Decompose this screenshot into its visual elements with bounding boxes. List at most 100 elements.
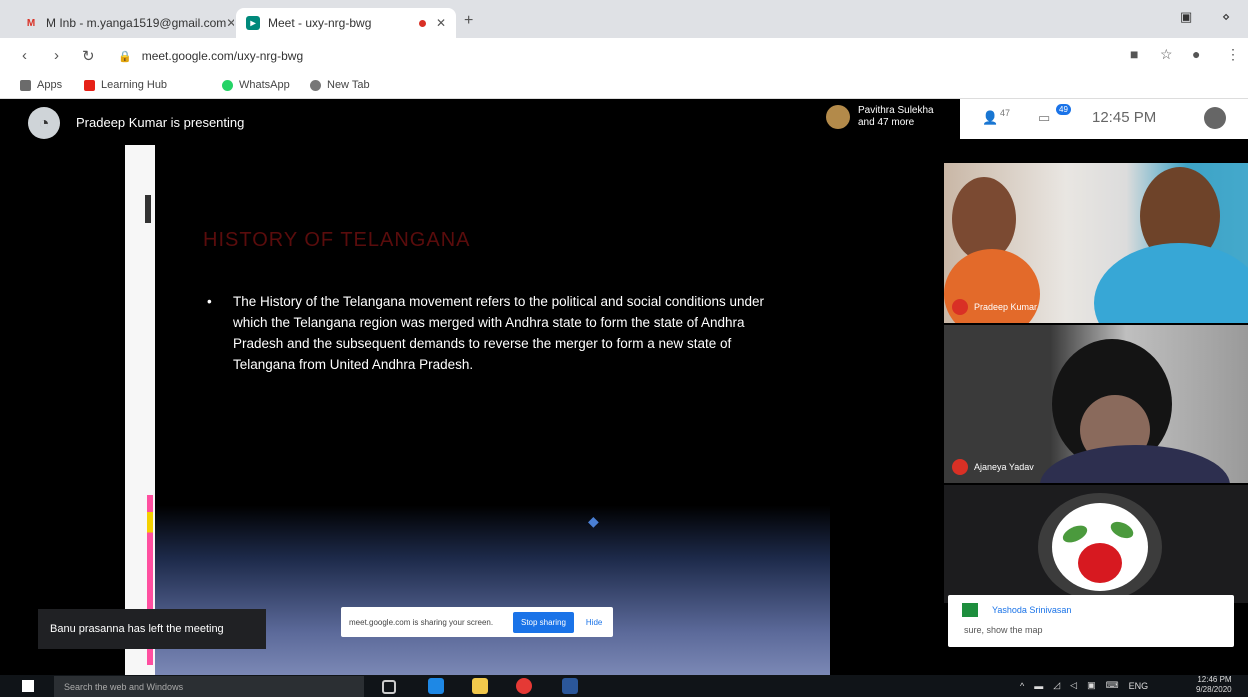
tab-gmail[interactable]: M M Inb - m.yanga1519@gmail.com ✕ [14,8,234,38]
windows-start-icon[interactable] [22,680,34,692]
meet-clock: 12:45 PM [1092,109,1157,126]
url-text: meet.google.com/uxy-nrg-bwg [141,49,304,63]
video-tile[interactable]: Pradeep Kumar [944,163,1248,323]
tab-meet[interactable]: ▸ Meet - uxy-nrg-bwg ✕ [236,8,456,38]
person-figure [952,177,1016,261]
bookmark-whatsapp[interactable]: WhatsApp [222,79,290,91]
reload-icon[interactable]: ↻ [82,47,95,65]
stop-sharing-button[interactable]: Stop sharing [513,611,574,633]
presenter-text: Pradeep Kumar is presenting [76,115,245,130]
chat-message-icon [962,603,978,617]
apps-grid-icon [20,79,31,91]
chat-badge: 49 [1056,104,1071,115]
screen-share-bar: meet.google.com is sharing your screen. … [341,607,613,637]
chrome-icon[interactable] [516,678,532,694]
notification-body: sure, show the map [964,625,1043,635]
back-icon[interactable]: ‹ [22,47,27,64]
meet-icon: ▸ [246,16,260,30]
others-count: and 47 more [858,117,915,128]
bookmarks-bar: Apps Learning Hub WhatsApp New Tab [0,74,1248,99]
keyboard-icon[interactable]: ⌨ [1106,680,1119,691]
hide-button[interactable]: Hide [586,618,602,627]
network-icon[interactable]: ◿ [1053,680,1060,691]
participant-avatar [1038,493,1162,601]
restore-icon[interactable]: ⋄ [1222,9,1230,25]
word-icon[interactable] [562,678,578,694]
new-tab-button[interactable]: + [464,12,473,30]
chat-notification[interactable]: Yashoda Srinivasan sure, show the map [948,595,1234,647]
rose-icon [1052,503,1148,591]
participant-name: Ajaneya Yadav [974,462,1034,472]
bookmark-learning-hub[interactable]: Learning Hub [84,79,167,91]
bookmark-new-tab[interactable]: New Tab [310,79,370,91]
video-tile[interactable]: Ajaneya Yadav [944,325,1248,483]
bookmark-label: New Tab [327,79,370,91]
edge-icon[interactable] [428,678,444,694]
task-view-icon[interactable] [382,680,396,694]
youtube-icon [84,79,95,91]
whatsapp-icon [222,79,233,91]
mic-off-icon [952,459,968,475]
people-icon[interactable]: 👤 [982,110,998,126]
file-explorer-icon[interactable] [472,678,488,694]
person-figure [1094,243,1248,323]
browser-tab-bar: M M Inb - m.yanga1519@gmail.com ✕ ▸ Meet… [0,0,1248,38]
participant-left-toast: Banu prasanna has left the meeting [38,609,266,649]
minimize-icon[interactable]: ▣ [1180,9,1192,25]
other-participants[interactable]: Pavithra Sulekha and 47 more [826,105,934,129]
windows-taskbar: Search the web and Windows ^ ▬ ◿ ◁ ▣ ⌨ E… [0,675,1248,697]
bookmark-star-icon[interactable]: ☆ [1160,46,1173,63]
self-avatar[interactable] [1204,107,1226,129]
tab-title: Meet - uxy-nrg-bwg [268,16,372,30]
bookmark-apps[interactable]: Apps [20,79,62,91]
globe-icon [310,79,321,91]
notification-sender: Yashoda Srinivasan [992,605,1072,615]
participant-name-tag: Ajaneya Yadav [952,459,1034,475]
system-tray: ^ ▬ ◿ ◁ ▣ ⌨ ENG [1020,680,1148,691]
lock-icon: 🔒 [118,50,132,63]
person-figure [1040,445,1230,483]
recording-dot-icon [418,19,426,27]
share-message: meet.google.com is sharing your screen. [349,617,494,627]
scrollbar-thumb[interactable] [145,195,151,223]
camera-icon[interactable]: ■ [1130,46,1138,62]
presenter-bar: ◔ Pradeep Kumar is presenting Pavithra S… [0,99,960,145]
volume-icon[interactable]: ◁ [1070,680,1077,691]
battery-icon[interactable]: ▬ [1034,681,1043,691]
slide-bullet: • The History of the Telangana movement … [207,291,767,375]
browser-toolbar: ‹ › ↻ 🔒 meet.google.com/uxy-nrg-bwg ■ ☆ … [0,38,1248,74]
bookmark-label: Learning Hub [101,79,168,91]
presenter-avatar: ◔ [28,107,60,139]
slide-thumbnail-strip [125,145,155,675]
shared-screen: HISTORY OF TELANGANA • The History of th… [125,145,830,675]
menu-icon[interactable]: ⋮ [1226,46,1240,63]
forward-icon[interactable]: › [54,47,59,64]
taskbar-clock[interactable]: 12:46 PM 9/28/2020 [1196,675,1232,695]
tab-title: M Inb - m.yanga1519@gmail.com [46,16,227,30]
meet-area: ◔ Pradeep Kumar is presenting Pavithra S… [0,99,1248,675]
presentation-slide: HISTORY OF TELANGANA • The History of th… [155,145,830,675]
avatar-tile[interactable] [944,485,1248,603]
bullet-icon: • [207,294,212,309]
mic-off-icon [952,299,968,315]
clock-time: 12:46 PM [1197,675,1232,684]
tab-close-icon[interactable]: ✕ [436,16,446,30]
address-bar[interactable]: 🔒 meet.google.com/uxy-nrg-bwg [108,44,1108,68]
slide-title: HISTORY OF TELANGANA [203,229,471,251]
participant-name: Pradeep Kumar [974,302,1038,312]
bullet-text: The History of the Telangana movement re… [233,294,765,372]
chevron-up-icon[interactable]: ^ [1020,681,1024,691]
others-name: Pavithra Sulekha [858,105,934,116]
participants-count: 47 [1000,108,1011,118]
participant-name-tag: Pradeep Kumar [952,299,1037,315]
taskbar-search[interactable]: Search the web and Windows [54,676,364,697]
profile-icon[interactable]: ● [1192,46,1200,62]
bookmark-label: WhatsApp [239,79,290,91]
mouse-pointer-icon: ◆ [588,513,599,529]
language-indicator[interactable]: ENG [1129,681,1149,691]
bookmark-label: Apps [37,79,63,91]
gmail-icon: M [26,17,36,29]
tab-close-icon[interactable]: ✕ [226,16,234,30]
chat-icon[interactable]: ▭ [1038,110,1050,126]
message-icon[interactable]: ▣ [1087,680,1096,691]
